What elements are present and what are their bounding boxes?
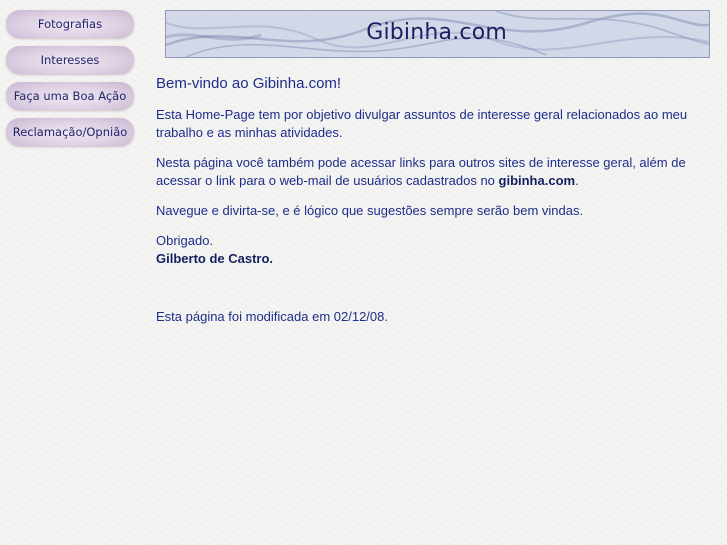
- last-modified-text: Esta página foi modificada em 02/12/08.: [156, 309, 388, 324]
- site-name-link[interactable]: gibinha.com: [499, 173, 576, 188]
- main-content: Bem-vindo ao Gibinha.com! Esta Home-Page…: [156, 74, 716, 338]
- nav-button-interesses[interactable]: Interesses: [6, 46, 134, 74]
- thanks-text: Obrigado.: [156, 233, 214, 248]
- links-paragraph-end: .: [575, 173, 579, 188]
- welcome-heading: Bem-vindo ao Gibinha.com!: [156, 75, 342, 92]
- site-title: Gibinha.com: [366, 20, 507, 45]
- nav-button-reclamacao[interactable]: Reclamação/Opnião: [6, 118, 134, 146]
- side-nav: Fotografias Interesses Faça uma Boa Ação…: [6, 10, 136, 154]
- header-banner: Gibinha.com: [165, 10, 710, 58]
- intro-paragraph: Esta Home-Page tem por objetivo divulgar…: [156, 107, 688, 140]
- nav-button-fotografias[interactable]: Fotografias: [6, 10, 134, 38]
- navigate-paragraph: Navegue e divirta-se, e é lógico que sug…: [156, 203, 584, 218]
- closing: Obrigado. Gilberto de Castro.: [156, 232, 716, 268]
- links-paragraph: Nesta página você também pode acessar li…: [156, 154, 716, 190]
- nav-button-boa-acao[interactable]: Faça uma Boa Ação: [6, 82, 134, 110]
- signature: Gilberto de Castro.: [156, 251, 274, 266]
- links-paragraph-text: Nesta página você também pode acessar li…: [156, 155, 686, 188]
